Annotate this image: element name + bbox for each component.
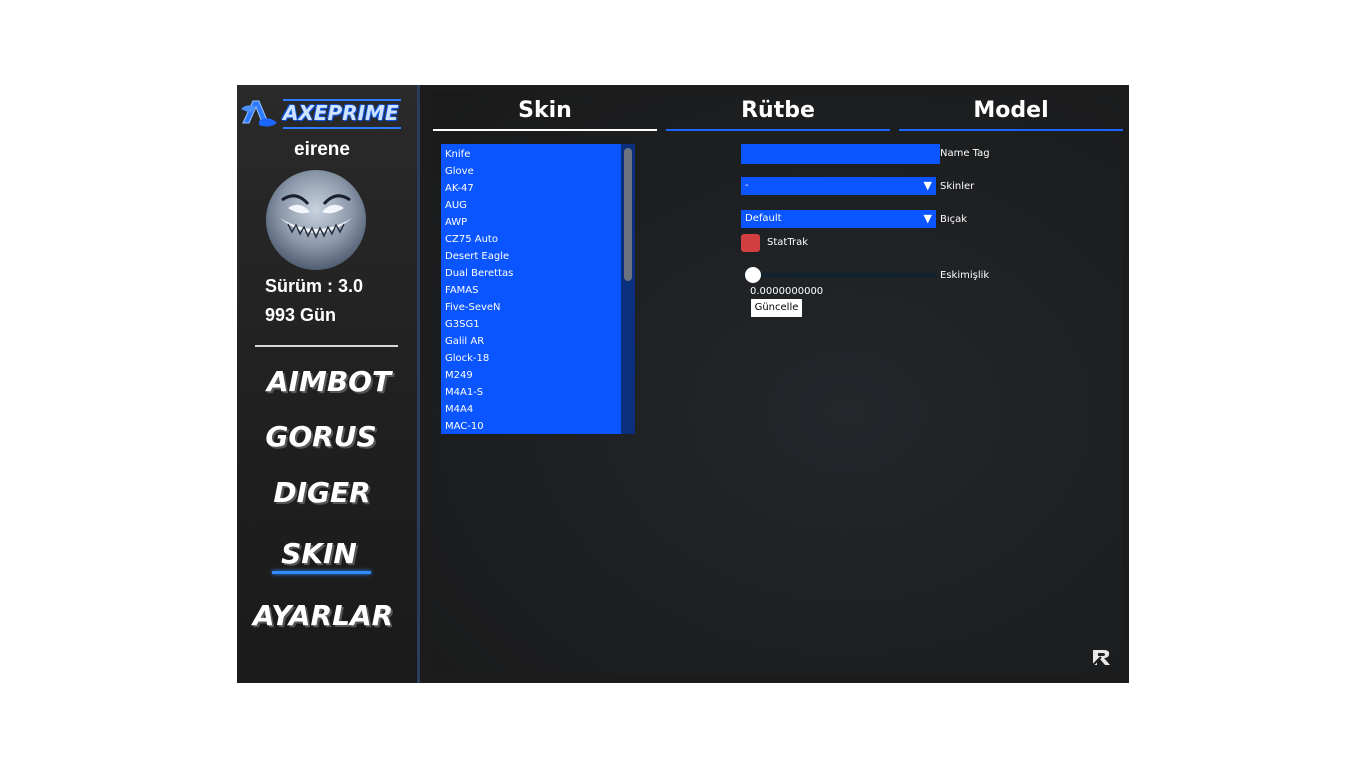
tab-underline-model <box>899 129 1123 131</box>
weapon-item[interactable]: Glove <box>441 163 621 180</box>
grin-face-icon <box>280 194 352 239</box>
weapon-item[interactable]: Dual Berettas <box>441 265 621 282</box>
wear-label: Eskimişlik <box>940 270 990 281</box>
weapon-item[interactable]: Glock-18 <box>441 350 621 367</box>
weapon-item[interactable]: Five-SeveN <box>441 299 621 316</box>
weapon-list[interactable]: Knife Glove AK-47 AUG AWP CZ75 Auto Dese… <box>441 144 621 434</box>
name-tag-input[interactable] <box>741 144 940 164</box>
sidebar-border <box>417 85 420 683</box>
skins-dropdown[interactable]: - ▼ <box>741 177 936 195</box>
wear-slider-track[interactable] <box>743 273 937 277</box>
r-logo-icon <box>1092 650 1110 666</box>
weapon-item[interactable]: AK-47 <box>441 180 621 197</box>
weapon-item[interactable]: FAMAS <box>441 282 621 299</box>
tab-skin[interactable]: Skin <box>433 91 657 131</box>
knife-dropdown[interactable]: Default ▼ <box>741 210 936 228</box>
app-window: AXEPRIME eirene Sürüm : 3.0 993 Gün AIMB… <box>237 85 1129 683</box>
tab-rutbe[interactable]: Rütbe <box>666 91 890 131</box>
triangle-down-icon: ▼ <box>923 212 932 225</box>
username: eirene <box>294 139 350 160</box>
weapon-item[interactable]: M4A1-S <box>441 384 621 401</box>
stattrak-label: StatTrak <box>767 237 808 248</box>
weapon-item[interactable]: CZ75 Auto <box>441 231 621 248</box>
active-nav-indicator <box>272 571 371 574</box>
tab-underline-rutbe <box>666 129 890 131</box>
weapon-item[interactable]: Desert Eagle <box>441 248 621 265</box>
knife-selected-value: Default <box>745 213 782 224</box>
weapon-item[interactable]: MAC-10 <box>441 418 621 434</box>
nav-gorus[interactable]: GORUS <box>233 420 409 453</box>
avatar <box>266 170 366 270</box>
wear-slider-handle[interactable] <box>745 267 761 283</box>
sidebar: AXEPRIME eirene Sürüm : 3.0 993 Gün AIMB… <box>237 85 417 683</box>
main-panel: Skin Rütbe Model Knife Glove AK-47 AUG A… <box>432 91 1123 675</box>
skins-selected-value: - <box>745 180 749 191</box>
days-remaining: 993 Gün <box>265 305 337 325</box>
nav-skin[interactable]: SKIN <box>231 537 407 570</box>
weapon-item[interactable]: Galil AR <box>441 333 621 350</box>
sidebar-divider <box>255 345 398 347</box>
weapon-item[interactable]: M249 <box>441 367 621 384</box>
axe-logo-icon <box>241 100 277 127</box>
skins-label: Skinler <box>940 181 975 192</box>
wear-value: 0.0000000000 <box>750 286 824 297</box>
stattrak-checkbox[interactable] <box>741 234 760 252</box>
tab-underline-skin <box>433 129 657 131</box>
knife-label: Bıçak <box>940 214 968 225</box>
version-text: Sürüm : 3.0 <box>265 276 364 296</box>
nav-diger[interactable]: DIGER <box>234 476 410 509</box>
triangle-down-icon: ▼ <box>923 179 932 192</box>
brand-name: AXEPRIME <box>283 99 401 129</box>
name-tag-label: Name Tag <box>940 148 990 159</box>
brand-logo: AXEPRIME <box>239 95 401 133</box>
tab-model[interactable]: Model <box>899 91 1123 131</box>
weapon-list-scroll-thumb[interactable] <box>624 148 632 281</box>
nav-aimbot[interactable]: AIMBOT <box>241 365 417 398</box>
update-button[interactable]: Güncelle <box>751 299 802 317</box>
weapon-item[interactable]: G3SG1 <box>441 316 621 333</box>
weapon-item[interactable]: Knife <box>441 146 621 163</box>
nav-ayarlar[interactable]: AYARLAR <box>235 599 411 632</box>
weapon-item[interactable]: AWP <box>441 214 621 231</box>
weapon-item[interactable]: M4A4 <box>441 401 621 418</box>
weapon-item[interactable]: AUG <box>441 197 621 214</box>
